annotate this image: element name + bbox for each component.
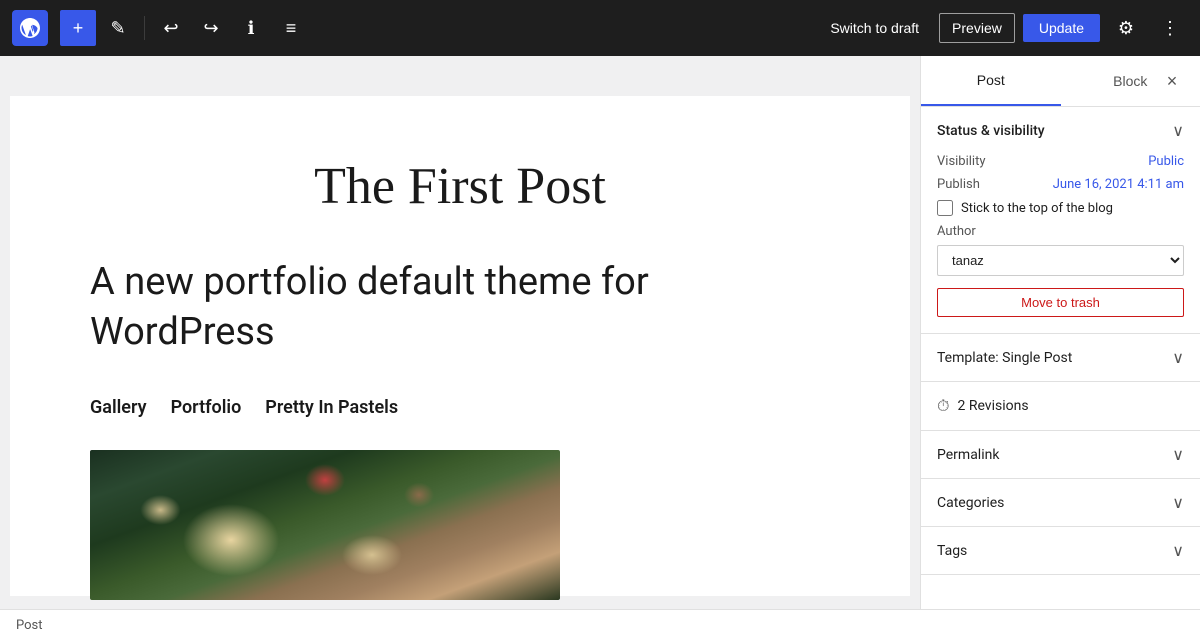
revisions-row[interactable]: ⏱ 2 Revisions [921, 382, 1200, 431]
pretty-in-pastels-link[interactable]: Pretty In Pastels [265, 397, 398, 418]
main-area: The First Post A new portfolio default t… [0, 56, 1200, 609]
permalink-row[interactable]: Permalink ∨ [921, 431, 1200, 479]
visibility-label: Visibility [937, 154, 986, 169]
status-visibility-header[interactable]: Status & visibility ∨ [921, 107, 1200, 154]
tags-label: Tags [937, 543, 967, 559]
post-body[interactable]: A new portfolio default theme for WordPr… [90, 258, 830, 357]
portfolio-link[interactable]: Portfolio [171, 397, 242, 418]
update-button[interactable]: Update [1023, 14, 1100, 42]
sidebar: Post Block × Status & visibility ∨ Visib… [920, 56, 1200, 609]
list-view-button[interactable]: ≡ [273, 10, 309, 46]
revisions-icon: ⏱ [937, 396, 949, 416]
publish-row: Publish June 16, 2021 4:11 am [937, 177, 1184, 192]
stick-to-top-checkbox[interactable] [937, 200, 953, 216]
add-block-button[interactable]: + [60, 10, 96, 46]
more-options-button[interactable]: ⋮ [1152, 10, 1188, 46]
tags-row[interactable]: Tags ∨ [921, 527, 1200, 575]
tab-post[interactable]: Post [921, 56, 1061, 106]
status-visibility-content: Visibility Public Publish June 16, 2021 … [921, 154, 1200, 333]
tools-button[interactable]: ✎ [100, 10, 136, 46]
gallery-link[interactable]: Gallery [90, 397, 147, 418]
status-visibility-chevron: ∨ [1172, 121, 1184, 140]
wp-logo[interactable] [12, 10, 48, 46]
details-button[interactable]: ℹ [233, 10, 269, 46]
post-featured-image [90, 450, 560, 600]
tags-chevron: ∨ [1172, 541, 1184, 560]
visibility-value[interactable]: Public [1148, 154, 1184, 169]
revisions-label: 2 Revisions [957, 398, 1028, 414]
toolbar-right: Switch to draft Preview Update ⚙ ⋮ [818, 10, 1188, 46]
toolbar: + ✎ ↩ ↪ ℹ ≡ Switch to draft Preview Upda… [0, 0, 1200, 56]
stick-to-top-row: Stick to the top of the blog [937, 200, 1184, 216]
post-title[interactable]: The First Post [90, 156, 830, 218]
switch-to-draft-button[interactable]: Switch to draft [818, 12, 931, 44]
close-sidebar-button[interactable]: × [1156, 65, 1188, 97]
status-bar-label: Post [16, 618, 43, 633]
settings-button[interactable]: ⚙ [1108, 10, 1144, 46]
publish-label: Publish [937, 177, 980, 192]
categories-row[interactable]: Categories ∨ [921, 479, 1200, 527]
visibility-row: Visibility Public [937, 154, 1184, 169]
categories-chevron: ∨ [1172, 493, 1184, 512]
template-label: Template: Single Post [937, 350, 1072, 366]
editor-content: The First Post A new portfolio default t… [10, 96, 910, 596]
sidebar-tabs: Post Block × [921, 56, 1200, 107]
permalink-label: Permalink [937, 447, 999, 463]
redo-button[interactable]: ↪ [193, 10, 229, 46]
permalink-chevron: ∨ [1172, 445, 1184, 464]
template-chevron: ∨ [1172, 348, 1184, 367]
categories-label: Categories [937, 495, 1004, 511]
status-visibility-label: Status & visibility [937, 123, 1045, 139]
editor-area: The First Post A new portfolio default t… [0, 56, 920, 609]
status-visibility-section: Status & visibility ∨ Visibility Public … [921, 107, 1200, 334]
preview-button[interactable]: Preview [939, 13, 1015, 43]
publish-value[interactable]: June 16, 2021 4:11 am [1053, 177, 1184, 192]
move-to-trash-button[interactable]: Move to trash [937, 288, 1184, 317]
toolbar-separator-1 [144, 16, 145, 40]
status-bar: Post [0, 609, 1200, 641]
post-image-inner [90, 450, 560, 600]
author-label: Author [937, 224, 1184, 239]
stick-to-top-label: Stick to the top of the blog [961, 201, 1113, 216]
template-row[interactable]: Template: Single Post ∨ [921, 334, 1200, 382]
post-links: Gallery Portfolio Pretty In Pastels [90, 397, 830, 418]
undo-button[interactable]: ↩ [153, 10, 189, 46]
author-select[interactable]: tanaz [937, 245, 1184, 276]
